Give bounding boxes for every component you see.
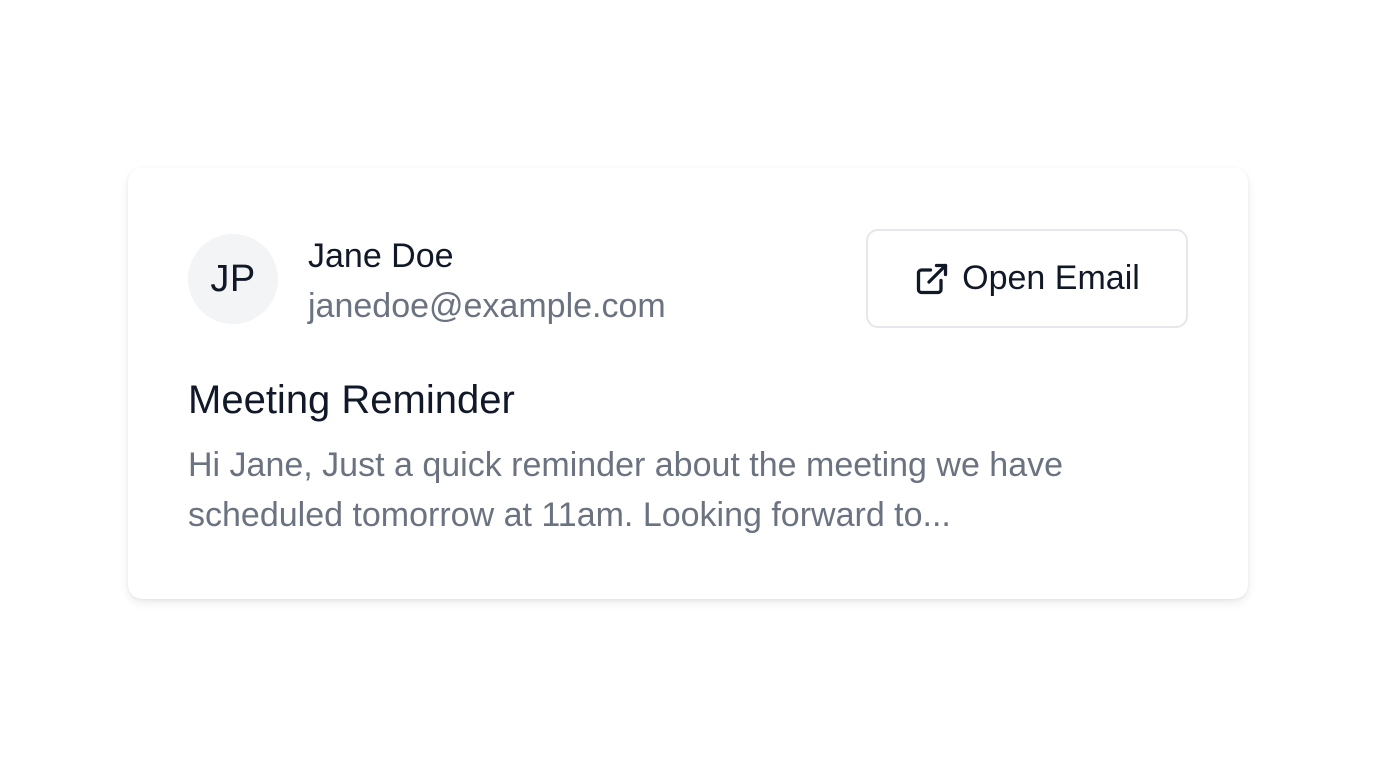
email-card: JP Jane Doe janedoe@example.com Open Ema… [128, 168, 1248, 599]
sender-email: janedoe@example.com [308, 287, 666, 325]
avatar-initials: JP [210, 257, 256, 300]
sender-name: Jane Doe [308, 237, 454, 275]
email-preview: Hi Jane, Just a quick reminder about the… [188, 446, 1064, 534]
email-subject: Meeting Reminder [188, 378, 515, 422]
open-email-label: Open Email [962, 259, 1140, 297]
external-link-icon [914, 261, 950, 297]
avatar: JP [188, 234, 278, 324]
open-email-button[interactable]: Open Email [866, 229, 1188, 328]
